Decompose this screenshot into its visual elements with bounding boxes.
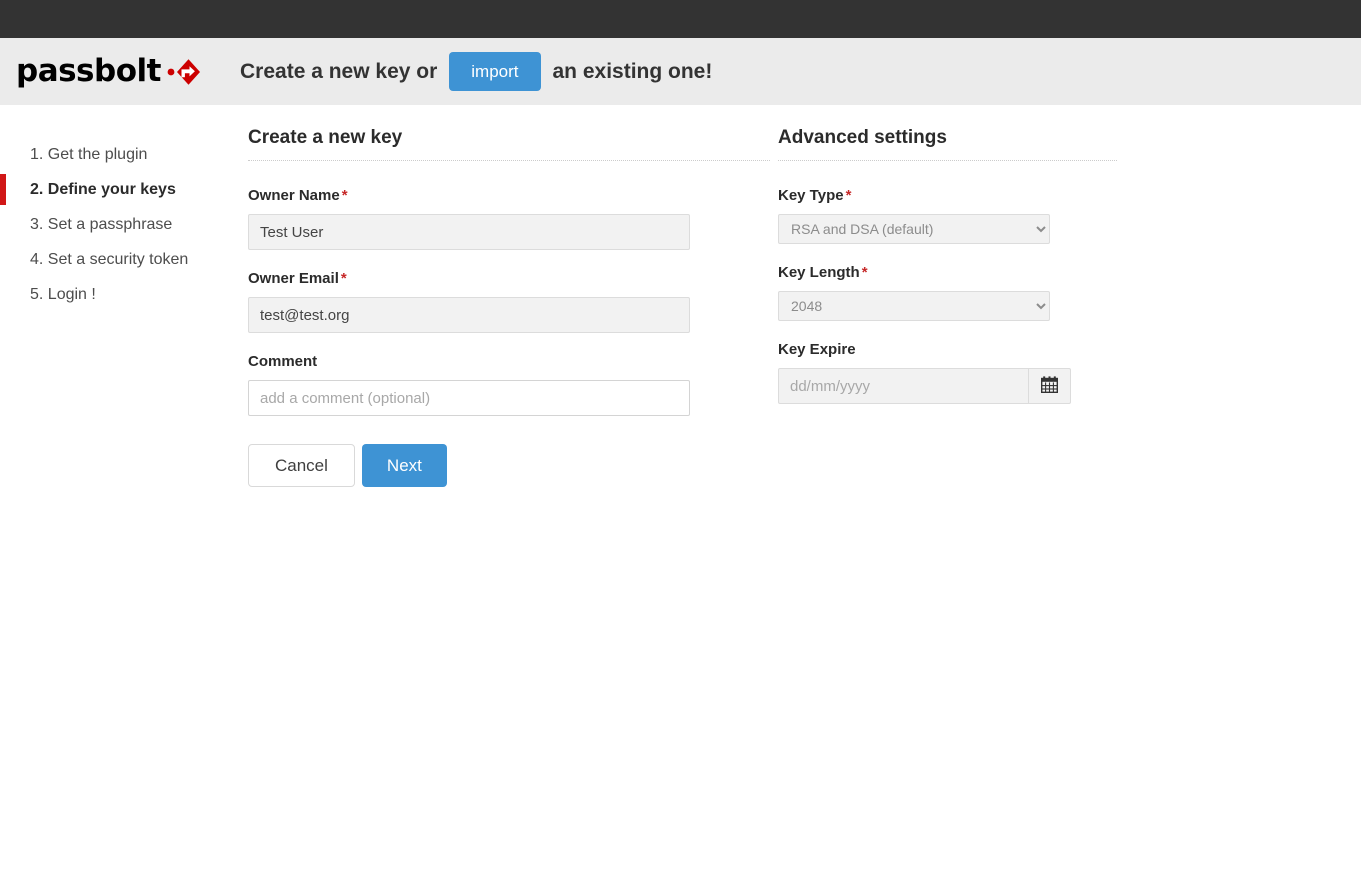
owner-name-input[interactable] [248, 214, 690, 250]
form-actions: Cancel Next [248, 444, 778, 487]
required-asterisk: * [845, 187, 852, 204]
key-length-label-text: Key Length [778, 264, 860, 281]
key-length-field-group: Key Length * 2048 [778, 264, 1138, 321]
required-asterisk: * [341, 187, 348, 204]
sidebar-item-label: 4. Set a security token [30, 251, 189, 268]
setup-steps-sidebar: 1. Get the plugin 2. Define your keys 3.… [0, 127, 248, 487]
owner-email-field-group: Owner Email * [248, 270, 778, 333]
key-expire-input-group [778, 368, 1138, 404]
sidebar-item-label: 1. Get the plugin [30, 146, 148, 163]
key-expire-input[interactable] [778, 368, 1028, 404]
key-expire-label: Key Expire [778, 341, 1138, 359]
header-title: Create a new key or import an existing o… [240, 52, 712, 91]
sidebar-item-label: 2. Define your keys [30, 181, 176, 198]
header-title-left: Create a new key or [240, 59, 438, 83]
sidebar-item-set-a-passphrase[interactable]: 3. Set a passphrase [0, 207, 248, 242]
advanced-settings-panel: Advanced settings Key Type * RSA and DSA … [778, 127, 1138, 487]
cancel-button[interactable]: Cancel [248, 444, 355, 487]
sidebar-item-get-the-plugin[interactable]: 1. Get the plugin [0, 137, 248, 172]
calendar-icon [1040, 376, 1059, 396]
sidebar-item-label: 3. Set a passphrase [30, 216, 173, 233]
owner-name-label-text: Owner Name [248, 187, 340, 204]
owner-email-label: Owner Email * [248, 270, 778, 288]
comment-label: Comment [248, 353, 778, 371]
owner-name-field-group: Owner Name * [248, 187, 778, 250]
sidebar-item-label: 5. Login ! [30, 286, 96, 303]
owner-email-label-text: Owner Email [248, 270, 339, 287]
passbolt-logo: passbolt [0, 56, 240, 87]
key-type-field-group: Key Type * RSA and DSA (default) [778, 187, 1138, 244]
header-title-right: an existing one! [552, 59, 713, 83]
sidebar-item-login[interactable]: 5. Login ! [0, 277, 248, 312]
create-key-panel: Create a new key Owner Name* Owner Email… [248, 127, 778, 487]
key-type-select[interactable]: RSA and DSA (default) [778, 214, 1050, 244]
advanced-settings-title: Advanced settings [778, 127, 947, 148]
comment-field-group: Comment [248, 353, 778, 416]
comment-input[interactable] [248, 380, 690, 416]
create-key-title: Create a new key [248, 127, 403, 148]
advanced-settings-divider [778, 160, 1117, 161]
main-content: 1. Get the plugin 2. Define your keys 3.… [0, 105, 1361, 487]
create-key-divider [248, 160, 770, 161]
next-button[interactable]: Next [361, 444, 447, 487]
owner-name-label: Owner Name * [248, 187, 778, 205]
key-expire-label-text: Key Expire [778, 341, 856, 358]
sidebar-item-set-a-security-token[interactable]: 4. Set a security token [0, 242, 248, 277]
top-bar [0, 0, 1361, 38]
required-asterisk: * [340, 270, 347, 287]
key-length-label: Key Length * [778, 264, 1138, 282]
import-button[interactable]: import [449, 52, 541, 91]
key-type-label: Key Type * [778, 187, 1138, 205]
key-expire-field-group: Key Expire [778, 341, 1138, 404]
calendar-picker-button[interactable] [1028, 368, 1071, 404]
app-header: passbolt Create a new key or import an e… [0, 38, 1361, 105]
owner-email-input[interactable] [248, 297, 690, 333]
key-length-select[interactable]: 2048 [778, 291, 1050, 321]
comment-label-text: Comment [248, 353, 318, 370]
required-asterisk: * [861, 264, 868, 281]
logo-text: passbolt [16, 53, 161, 89]
key-type-label-text: Key Type [778, 187, 844, 204]
passbolt-arrow-icon [167, 58, 201, 86]
sidebar-item-define-your-keys[interactable]: 2. Define your keys [0, 172, 248, 207]
